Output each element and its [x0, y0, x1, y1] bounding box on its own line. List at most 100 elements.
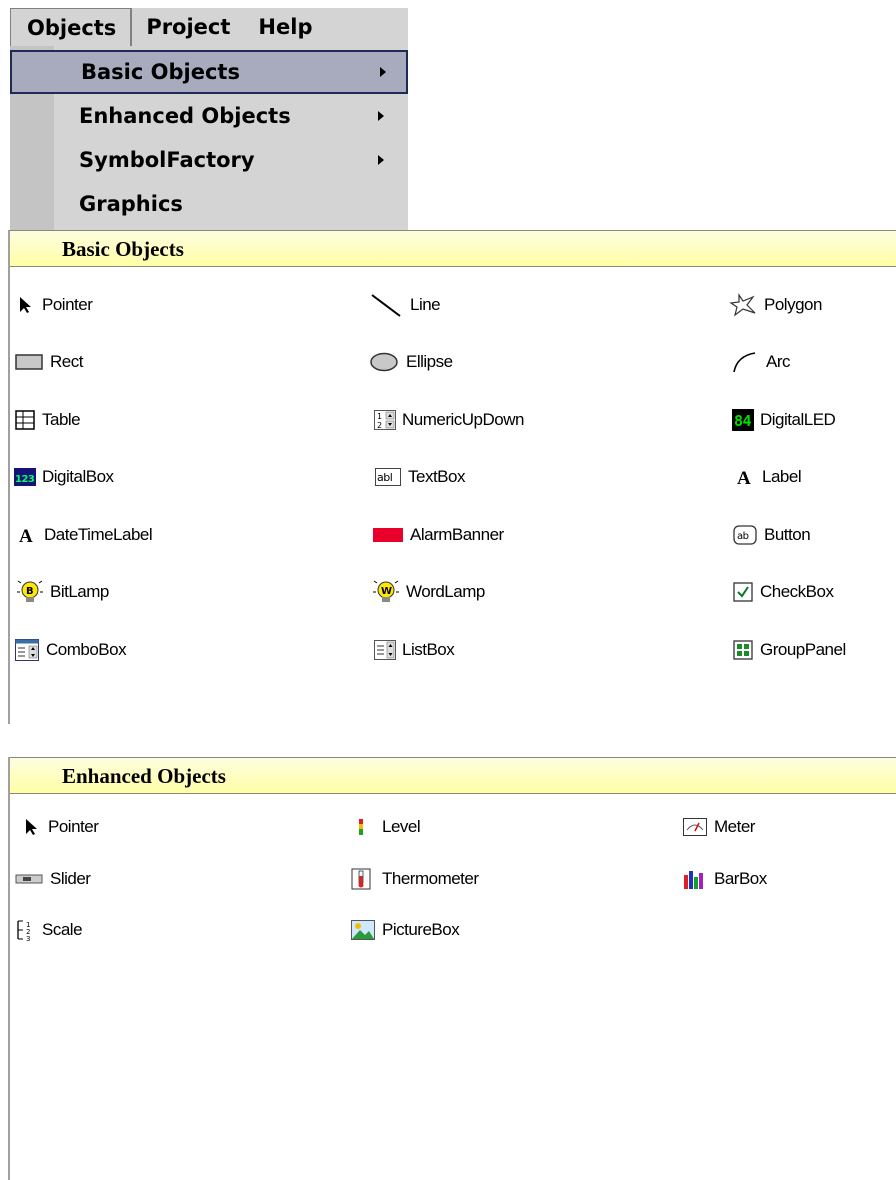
level-icon [346, 816, 376, 838]
tool-slider[interactable]: Slider [14, 864, 91, 894]
enhanced-objects-header: Enhanced Objects [10, 757, 896, 794]
tool-polygon[interactable]: Polygon [728, 290, 822, 320]
tool-button[interactable]: ab Button [732, 520, 811, 550]
group-panel-icon [732, 639, 754, 661]
tool-label: ListBox [402, 640, 455, 659]
tool-label: GroupPanel [760, 640, 846, 659]
label-icon: A [734, 466, 756, 488]
tool-label: Meter [714, 817, 755, 836]
button-icon: ab [732, 524, 758, 546]
combobox-icon [14, 639, 40, 661]
table-icon [14, 409, 36, 431]
tool-ellipse[interactable]: Ellipse [368, 347, 453, 377]
barbox-icon [682, 868, 708, 890]
tool-enhanced-pointer[interactable]: Pointer [20, 812, 99, 842]
svg-text:2: 2 [377, 421, 382, 430]
tool-line[interactable]: Line [368, 290, 441, 320]
panel-title: Basic Objects [62, 237, 184, 261]
tool-label: Line [410, 295, 441, 314]
tool-listbox[interactable]: ListBox [374, 635, 455, 665]
textbox-icon: abl [374, 466, 402, 488]
tool-label: Scale [42, 920, 83, 939]
menu-project[interactable]: Project [132, 8, 244, 46]
textbox-glyph: abl [377, 471, 393, 484]
tool-digitalbox[interactable]: 123 DigitalBox [14, 462, 114, 492]
ellipse-icon [368, 351, 400, 373]
submenu-arrow-icon [378, 111, 384, 121]
polygon-icon [728, 293, 758, 317]
datetime-glyph: A [19, 526, 33, 545]
tool-label: Rect [50, 352, 83, 371]
tool-rect[interactable]: Rect [14, 347, 83, 377]
tool-label: BarBox [714, 869, 767, 888]
menu-item-label: Graphics [79, 192, 183, 216]
picturebox-icon [350, 919, 376, 941]
menu-item-symbolfactory[interactable]: SymbolFactory [10, 138, 408, 182]
tool-thermometer[interactable]: Thermometer [346, 864, 479, 894]
menu-item-label: Basic Objects [81, 60, 240, 84]
menu-item-enhanced-objects[interactable]: Enhanced Objects [10, 94, 408, 138]
menu-help[interactable]: Help [244, 8, 326, 46]
tool-label: Level [382, 817, 421, 836]
tool-picturebox[interactable]: PictureBox [350, 915, 460, 945]
menu-item-basic-objects[interactable]: Basic Objects [10, 50, 408, 94]
tool-checkbox[interactable]: CheckBox [732, 577, 834, 607]
tool-combobox[interactable]: ComboBox [14, 635, 127, 665]
menu-objects[interactable]: Objects [10, 8, 133, 46]
tool-label: ComboBox [46, 640, 127, 659]
submenu-arrow-icon [378, 155, 384, 165]
tool-label: DigitalBox [42, 467, 114, 486]
scale-icon: 123 [14, 919, 36, 941]
tool-grouppanel[interactable]: GroupPanel [732, 635, 846, 665]
tool-datetimelabel[interactable]: A DateTimeLabel [16, 520, 153, 550]
panel-title: Enhanced Objects [62, 764, 226, 788]
tool-label: BitLamp [50, 582, 109, 601]
tool-label: Button [764, 525, 811, 544]
svg-text:3: 3 [26, 935, 30, 941]
menu-item-label: SymbolFactory [79, 148, 255, 172]
slider-icon [14, 868, 44, 890]
tool-scale[interactable]: 123 Scale [14, 915, 83, 945]
arc-icon [730, 351, 760, 373]
digital-led-icon: 84 [732, 409, 754, 431]
tool-digitalled[interactable]: 84 DigitalLED [732, 405, 836, 435]
tool-wordlamp[interactable]: W WordLamp [372, 577, 485, 607]
tool-label: DigitalLED [760, 410, 836, 429]
wordlamp-glyph: W [381, 586, 392, 597]
tool-label[interactable]: A Label [734, 462, 802, 492]
label-glyph: A [737, 468, 751, 487]
word-lamp-icon: W [372, 580, 400, 603]
tool-arc[interactable]: Arc [730, 347, 791, 377]
pointer-icon [14, 294, 36, 316]
tool-table[interactable]: Table [14, 405, 81, 435]
objects-menu: Objects Project Help Basic Objects Enhan… [10, 8, 408, 230]
tool-label: Table [42, 410, 81, 429]
bitlamp-glyph: B [26, 586, 33, 597]
objects-dropdown: Basic Objects Enhanced Objects SymbolFac… [10, 50, 408, 226]
button-glyph: ab [737, 531, 749, 542]
svg-text:1: 1 [377, 412, 382, 421]
tool-label: Pointer [42, 295, 93, 314]
enhanced-objects-panel: Enhanced Objects [8, 757, 896, 1180]
tool-label: NumericUpDown [402, 410, 524, 429]
tool-label: Arc [766, 352, 791, 371]
tool-level[interactable]: Level [346, 812, 421, 842]
tool-label: Thermometer [382, 869, 479, 888]
tool-label: PictureBox [382, 920, 460, 939]
line-icon [368, 294, 404, 317]
tool-label: AlarmBanner [410, 525, 504, 544]
menu-bar: Objects Project Help [10, 8, 408, 46]
tool-meter[interactable]: Meter [682, 812, 755, 842]
pointer-icon [20, 816, 42, 838]
tool-alarmbanner[interactable]: AlarmBanner [372, 520, 504, 550]
menu-item-graphics[interactable]: Graphics [10, 182, 408, 226]
basic-objects-header: Basic Objects [10, 230, 896, 267]
tool-numericupdown[interactable]: 12 NumericUpDown [374, 405, 524, 435]
tool-textbox[interactable]: abl TextBox [374, 462, 465, 492]
numeric-updown-icon: 12 [374, 409, 396, 431]
tool-pointer[interactable]: Pointer [14, 290, 93, 320]
tool-barbox[interactable]: BarBox [682, 864, 767, 894]
tool-bitlamp[interactable]: B BitLamp [16, 577, 109, 607]
digital-box-icon: 123 [14, 466, 36, 488]
tool-label: CheckBox [760, 582, 834, 601]
